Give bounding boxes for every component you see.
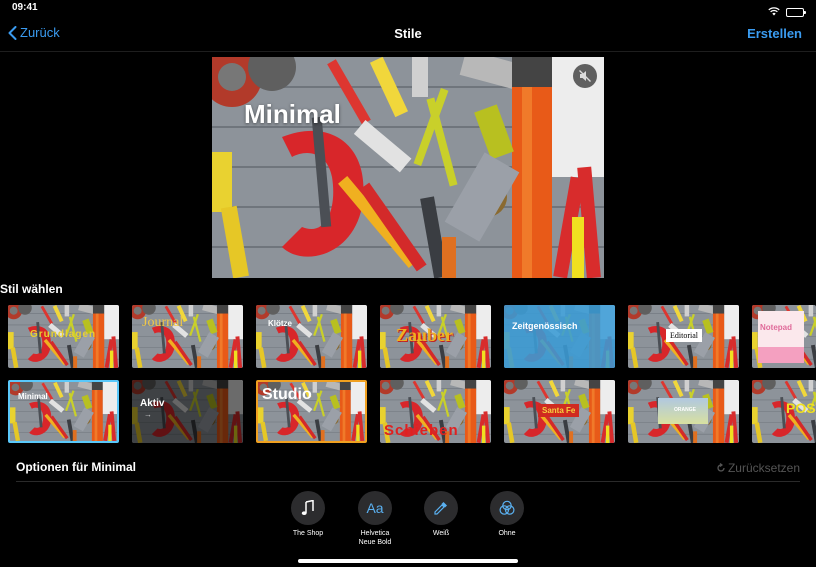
option-color[interactable]: Weiß [405,491,477,538]
reset-label: Zurücksetzen [727,461,800,475]
style-tile-aktiv[interactable]: Aktiv → [132,380,243,443]
style-label: Minimal [18,392,48,401]
option-label: Helvetica Neue Bold [358,530,392,546]
option-label: Ohne [498,530,516,537]
option-filter[interactable]: Ohne [471,491,543,538]
eyedropper-icon [434,502,447,515]
style-label: Grundlagen [30,329,97,340]
speaker-muted-icon [579,70,591,82]
style-preview[interactable]: Minimal [212,57,604,278]
style-label: Journal [142,315,184,330]
mute-button[interactable] [573,64,597,88]
style-tile-notepad[interactable]: Notepad [752,305,816,368]
status-time: 09:41 [12,2,38,13]
divider [16,481,800,482]
style-label: Schieben [384,422,459,439]
options-label: Optionen für Minimal [16,460,136,474]
music-note-icon [301,500,314,515]
style-label: POSTER [786,400,816,416]
status-bar: 09:41 [0,0,816,17]
preview-title: Minimal [244,99,341,129]
style-tile-editorial[interactable]: Editorial [628,305,739,368]
option-label: Weiß [432,530,450,537]
style-label: Studio [262,386,312,403]
style-tile-zeitgenoessisch[interactable]: Zeitgenössisch [504,305,615,368]
style-label: Editorial [666,329,702,342]
font-icon: Aa [366,500,384,516]
filter-icon [499,500,515,515]
option-circle [424,491,458,525]
create-button[interactable]: Erstellen [747,26,802,41]
page-title: Stile [394,26,422,41]
style-label: ORANGE [674,407,696,413]
home-indicator[interactable] [298,559,518,563]
style-tile-kloetze[interactable]: Klötze [256,305,367,368]
reset-icon [717,463,725,472]
style-label: Klötze [268,319,292,328]
option-music[interactable]: The Shop [272,491,344,538]
option-label: The Shop [292,530,324,537]
style-label: Aktiv [140,398,165,409]
arrow-right-icon: → [144,410,152,419]
preview-image [212,57,604,278]
style-tile-grundlagen[interactable]: Grundlagen [8,305,119,368]
option-circle [291,491,325,525]
reset-button[interactable]: Zurücksetzen [716,461,800,475]
style-label: Zeitgenössisch [512,321,578,331]
choose-style-label: Stil wählen [0,282,63,296]
option-circle [490,491,524,525]
style-tile-orange[interactable]: ORANGE [628,380,739,443]
style-tile-minimal[interactable]: Minimal [8,380,119,443]
style-tile-poster[interactable]: POSTER [752,380,816,443]
style-tile-schieben[interactable]: Schieben [380,380,491,443]
option-circle: Aa [358,491,392,525]
style-tile-zauber[interactable]: Zauber [380,305,491,368]
style-tile-santa-fe[interactable]: Santa Fe [504,380,615,443]
style-label: Zauber [396,325,454,345]
navigation-bar: Zurück Stile Erstellen [0,16,816,52]
style-label: Notepad [760,323,792,332]
style-tile-studio[interactable]: Studio [256,380,367,443]
style-tile-journal[interactable]: Journal [132,305,243,368]
style-label: Santa Fe [538,404,580,417]
option-font[interactable]: Aa Helvetica Neue Bold [339,491,411,547]
